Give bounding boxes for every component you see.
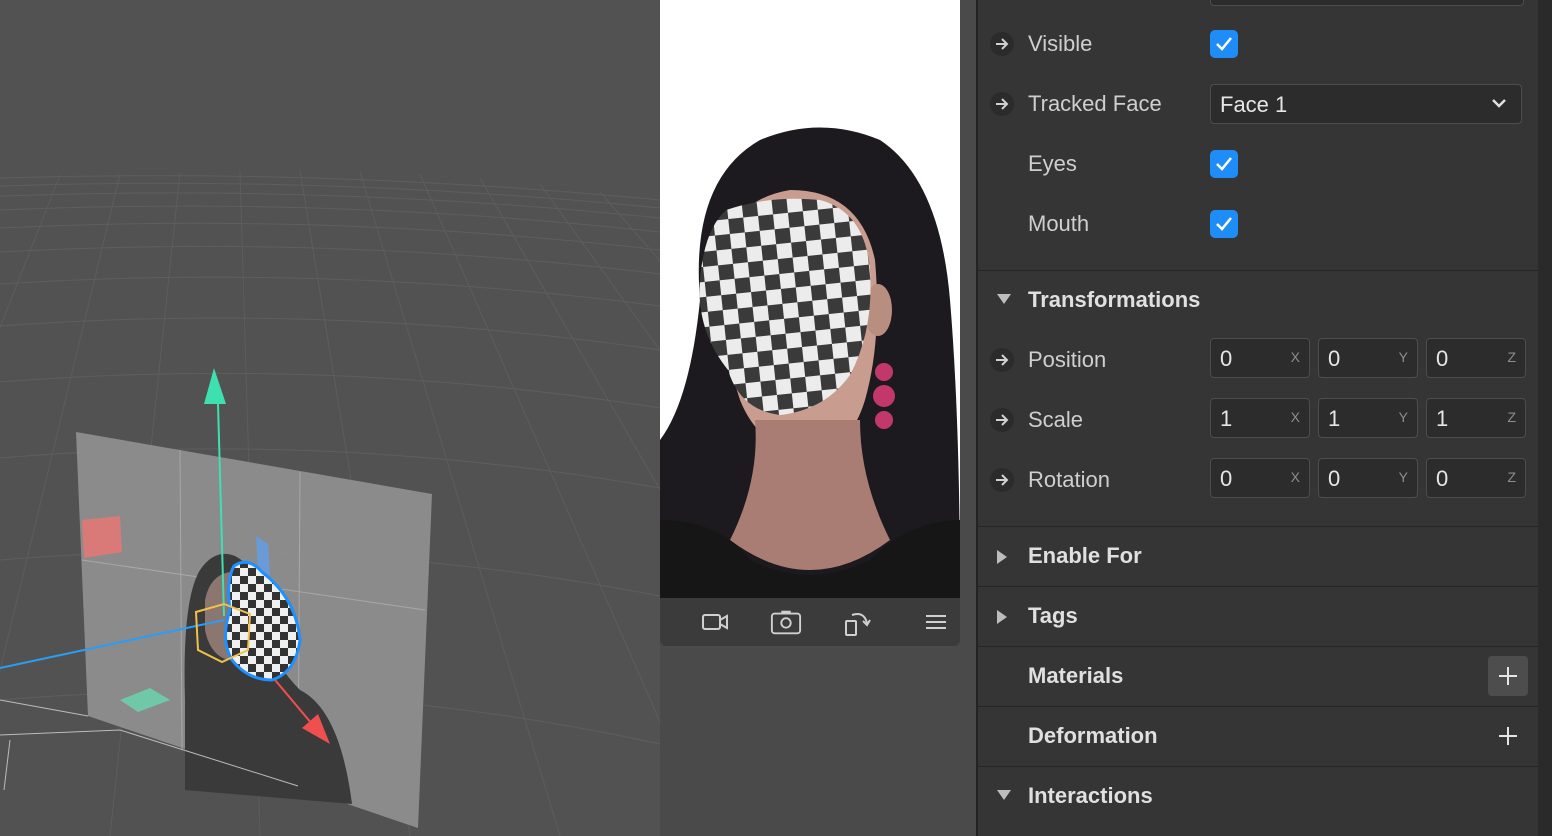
- viewport-grid: [0, 0, 660, 836]
- scale-x-field[interactable]: 1 X: [1210, 398, 1310, 438]
- triangle-down-icon: [997, 294, 1011, 304]
- mouth-label: Mouth: [1028, 211, 1090, 236]
- transformations-title: Transformations: [1028, 287, 1201, 312]
- mouth-checkbox[interactable]: [1210, 210, 1238, 238]
- tags-section-header[interactable]: Tags: [978, 586, 1538, 646]
- arrow-right-icon[interactable]: [990, 348, 1014, 372]
- axis-z-label: Z: [1507, 409, 1516, 425]
- eyes-label: Eyes: [1028, 151, 1077, 176]
- scale-z-value: 1: [1436, 406, 1449, 431]
- transformations-section-header[interactable]: Transformations: [978, 270, 1538, 330]
- axis-z-label: Z: [1507, 349, 1516, 365]
- simulator-screen: [660, 0, 960, 598]
- camera-preview: [660, 0, 960, 598]
- checkmark-icon: [1216, 37, 1232, 51]
- visible-row: Visible: [978, 14, 1538, 74]
- rotation-x-value: 0: [1220, 466, 1233, 491]
- enable-for-title: Enable For: [1028, 543, 1142, 568]
- position-row: Position 0 X 0 Y 0 Z: [978, 330, 1538, 390]
- axis-y-label: Y: [1398, 349, 1408, 365]
- enable-for-section-header[interactable]: Enable For: [978, 526, 1538, 586]
- tracked-face-select[interactable]: Face 1: [1210, 84, 1522, 124]
- axis-x-label: X: [1290, 349, 1300, 365]
- axis-z-label: Z: [1507, 469, 1516, 485]
- position-y-field[interactable]: 0 Y: [1318, 338, 1418, 378]
- eyes-row: Eyes: [978, 134, 1538, 194]
- device-simulator[interactable]: [660, 0, 960, 646]
- tracked-face-value: Face 1: [1220, 92, 1288, 117]
- arrow-right-icon[interactable]: [990, 32, 1014, 56]
- visible-checkbox[interactable]: [1210, 30, 1238, 58]
- tracked-face-label: Tracked Face: [1028, 91, 1162, 116]
- video-camera-icon[interactable]: [699, 606, 731, 638]
- scale-y-value: 1: [1328, 406, 1341, 431]
- position-y-value: 0: [1328, 346, 1341, 371]
- checkmark-icon: [1216, 217, 1232, 231]
- inspector-scrollbar[interactable]: [1538, 0, 1552, 836]
- mouth-row: Mouth: [978, 194, 1538, 254]
- rotation-row: Rotation 0 X 0 Y 0 Z: [978, 450, 1538, 510]
- plus-icon: [1499, 667, 1517, 685]
- visible-label: Visible: [1028, 31, 1093, 56]
- rotation-z-field[interactable]: 0 Z: [1426, 458, 1526, 498]
- plus-icon: [1499, 727, 1517, 745]
- tags-title: Tags: [1028, 603, 1078, 628]
- arrow-right-icon[interactable]: [990, 92, 1014, 116]
- rotation-label: Rotation: [1028, 467, 1110, 492]
- position-x-field[interactable]: 0 X: [1210, 338, 1310, 378]
- position-label: Position: [1028, 347, 1107, 372]
- position-z-value: 0: [1436, 346, 1449, 371]
- rotate-device-icon[interactable]: [841, 606, 873, 638]
- axis-x-label: X: [1290, 469, 1300, 485]
- switch-camera-icon[interactable]: [770, 606, 802, 638]
- scale-label: Scale: [1028, 407, 1084, 432]
- interactions-section-header[interactable]: Interactions: [978, 766, 1538, 826]
- chevron-down-icon: [1492, 99, 1506, 108]
- tracked-face-row: Tracked Face Face 1: [978, 74, 1538, 134]
- deformation-title: Deformation: [1028, 723, 1158, 748]
- arrow-right-icon[interactable]: [990, 408, 1014, 432]
- scale-z-field[interactable]: 1 Z: [1426, 398, 1526, 438]
- axis-y-label: Y: [1398, 469, 1408, 485]
- scene-viewport[interactable]: [0, 0, 660, 836]
- menu-icon[interactable]: [920, 606, 952, 638]
- rotation-z-value: 0: [1436, 466, 1449, 491]
- interactions-title: Interactions: [1028, 783, 1153, 808]
- checkmark-icon: [1216, 157, 1232, 171]
- position-x-value: 0: [1220, 346, 1233, 371]
- materials-section-header: Materials: [978, 646, 1538, 706]
- viewport-gutter: [960, 0, 976, 836]
- eyes-checkbox[interactable]: [1210, 150, 1238, 178]
- triangle-right-icon: [997, 610, 1007, 624]
- inspector-panel: Visible Tracked Face Face 1 Eyes Mouth T…: [976, 0, 1538, 836]
- axis-x-label: X: [1290, 409, 1300, 425]
- triangle-right-icon: [997, 550, 1007, 564]
- triangle-down-icon: [997, 790, 1011, 800]
- rotation-x-field[interactable]: 0 X: [1210, 458, 1310, 498]
- add-material-button[interactable]: [1488, 656, 1528, 696]
- materials-title: Materials: [1028, 663, 1124, 688]
- add-deformation-button[interactable]: [1488, 716, 1528, 756]
- rotation-y-value: 0: [1328, 466, 1341, 491]
- deformation-section-header: Deformation: [978, 706, 1538, 766]
- scale-row: Scale 1 X 1 Y 1 Z: [978, 390, 1538, 450]
- scale-y-field[interactable]: 1 Y: [1318, 398, 1418, 438]
- clipped-field[interactable]: [1210, 0, 1524, 6]
- simulator-toolbar: [660, 598, 960, 646]
- rotation-y-field[interactable]: 0 Y: [1318, 458, 1418, 498]
- arrow-right-icon[interactable]: [990, 468, 1014, 492]
- position-z-field[interactable]: 0 Z: [1426, 338, 1526, 378]
- axis-y-label: Y: [1398, 409, 1408, 425]
- scale-x-value: 1: [1220, 406, 1233, 431]
